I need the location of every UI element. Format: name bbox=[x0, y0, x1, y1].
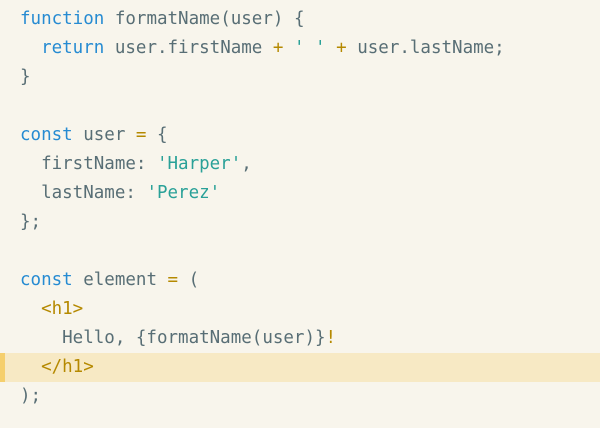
code-token: <h1> bbox=[41, 299, 84, 319]
code-line[interactable]: const element = ( bbox=[0, 266, 600, 295]
code-token: return bbox=[41, 38, 105, 58]
code-line[interactable]: firstName: 'Harper', bbox=[0, 150, 600, 179]
code-token: = bbox=[135, 125, 147, 145]
code-token: </h1> bbox=[41, 357, 94, 377]
code-token: lastName: bbox=[20, 183, 147, 203]
code-token: firstName: bbox=[20, 154, 157, 174]
code-line[interactable] bbox=[0, 237, 600, 266]
code-token: }; bbox=[20, 212, 42, 232]
code-token: ' ' bbox=[293, 38, 326, 58]
code-token: + bbox=[336, 38, 347, 58]
code-token: Hello, {formatName(user)} bbox=[20, 328, 326, 348]
code-token: const bbox=[20, 270, 73, 290]
code-line[interactable] bbox=[0, 92, 600, 121]
code-line[interactable]: }; bbox=[0, 208, 600, 237]
code-token: ); bbox=[20, 386, 42, 406]
code-token: formatName(user) { bbox=[104, 9, 305, 29]
code-token: const bbox=[20, 125, 73, 145]
code-editor[interactable]: function formatName(user) { return user.… bbox=[0, 0, 600, 428]
code-token: + bbox=[272, 38, 284, 58]
code-token: element bbox=[72, 270, 168, 290]
code-line[interactable]: return user.firstName + ' ' + user.lastN… bbox=[0, 34, 600, 63]
code-token: user bbox=[72, 125, 136, 145]
code-line-highlighted[interactable]: </h1> bbox=[0, 353, 600, 382]
code-token: ! bbox=[325, 328, 337, 348]
code-line[interactable]: lastName: 'Perez' bbox=[0, 179, 600, 208]
code-line[interactable]: function formatName(user) { bbox=[0, 5, 600, 34]
code-token: } bbox=[20, 67, 31, 87]
code-token: 'Perez' bbox=[146, 183, 221, 203]
code-token: ( bbox=[178, 270, 200, 290]
code-line[interactable]: const user = { bbox=[0, 121, 600, 150]
code-token: = bbox=[167, 270, 179, 290]
code-token: 'Harper' bbox=[156, 154, 242, 174]
code-line[interactable]: <h1> bbox=[0, 295, 600, 324]
code-token: , bbox=[241, 154, 252, 174]
code-token: { bbox=[146, 125, 168, 145]
code-line[interactable]: ); bbox=[0, 382, 600, 411]
code-token: user.firstName bbox=[104, 38, 273, 58]
code-token: user.lastName; bbox=[346, 38, 505, 58]
code-line[interactable]: Hello, {formatName(user)}! bbox=[0, 324, 600, 353]
code-line[interactable]: } bbox=[0, 63, 600, 92]
code-token: function bbox=[20, 9, 105, 29]
